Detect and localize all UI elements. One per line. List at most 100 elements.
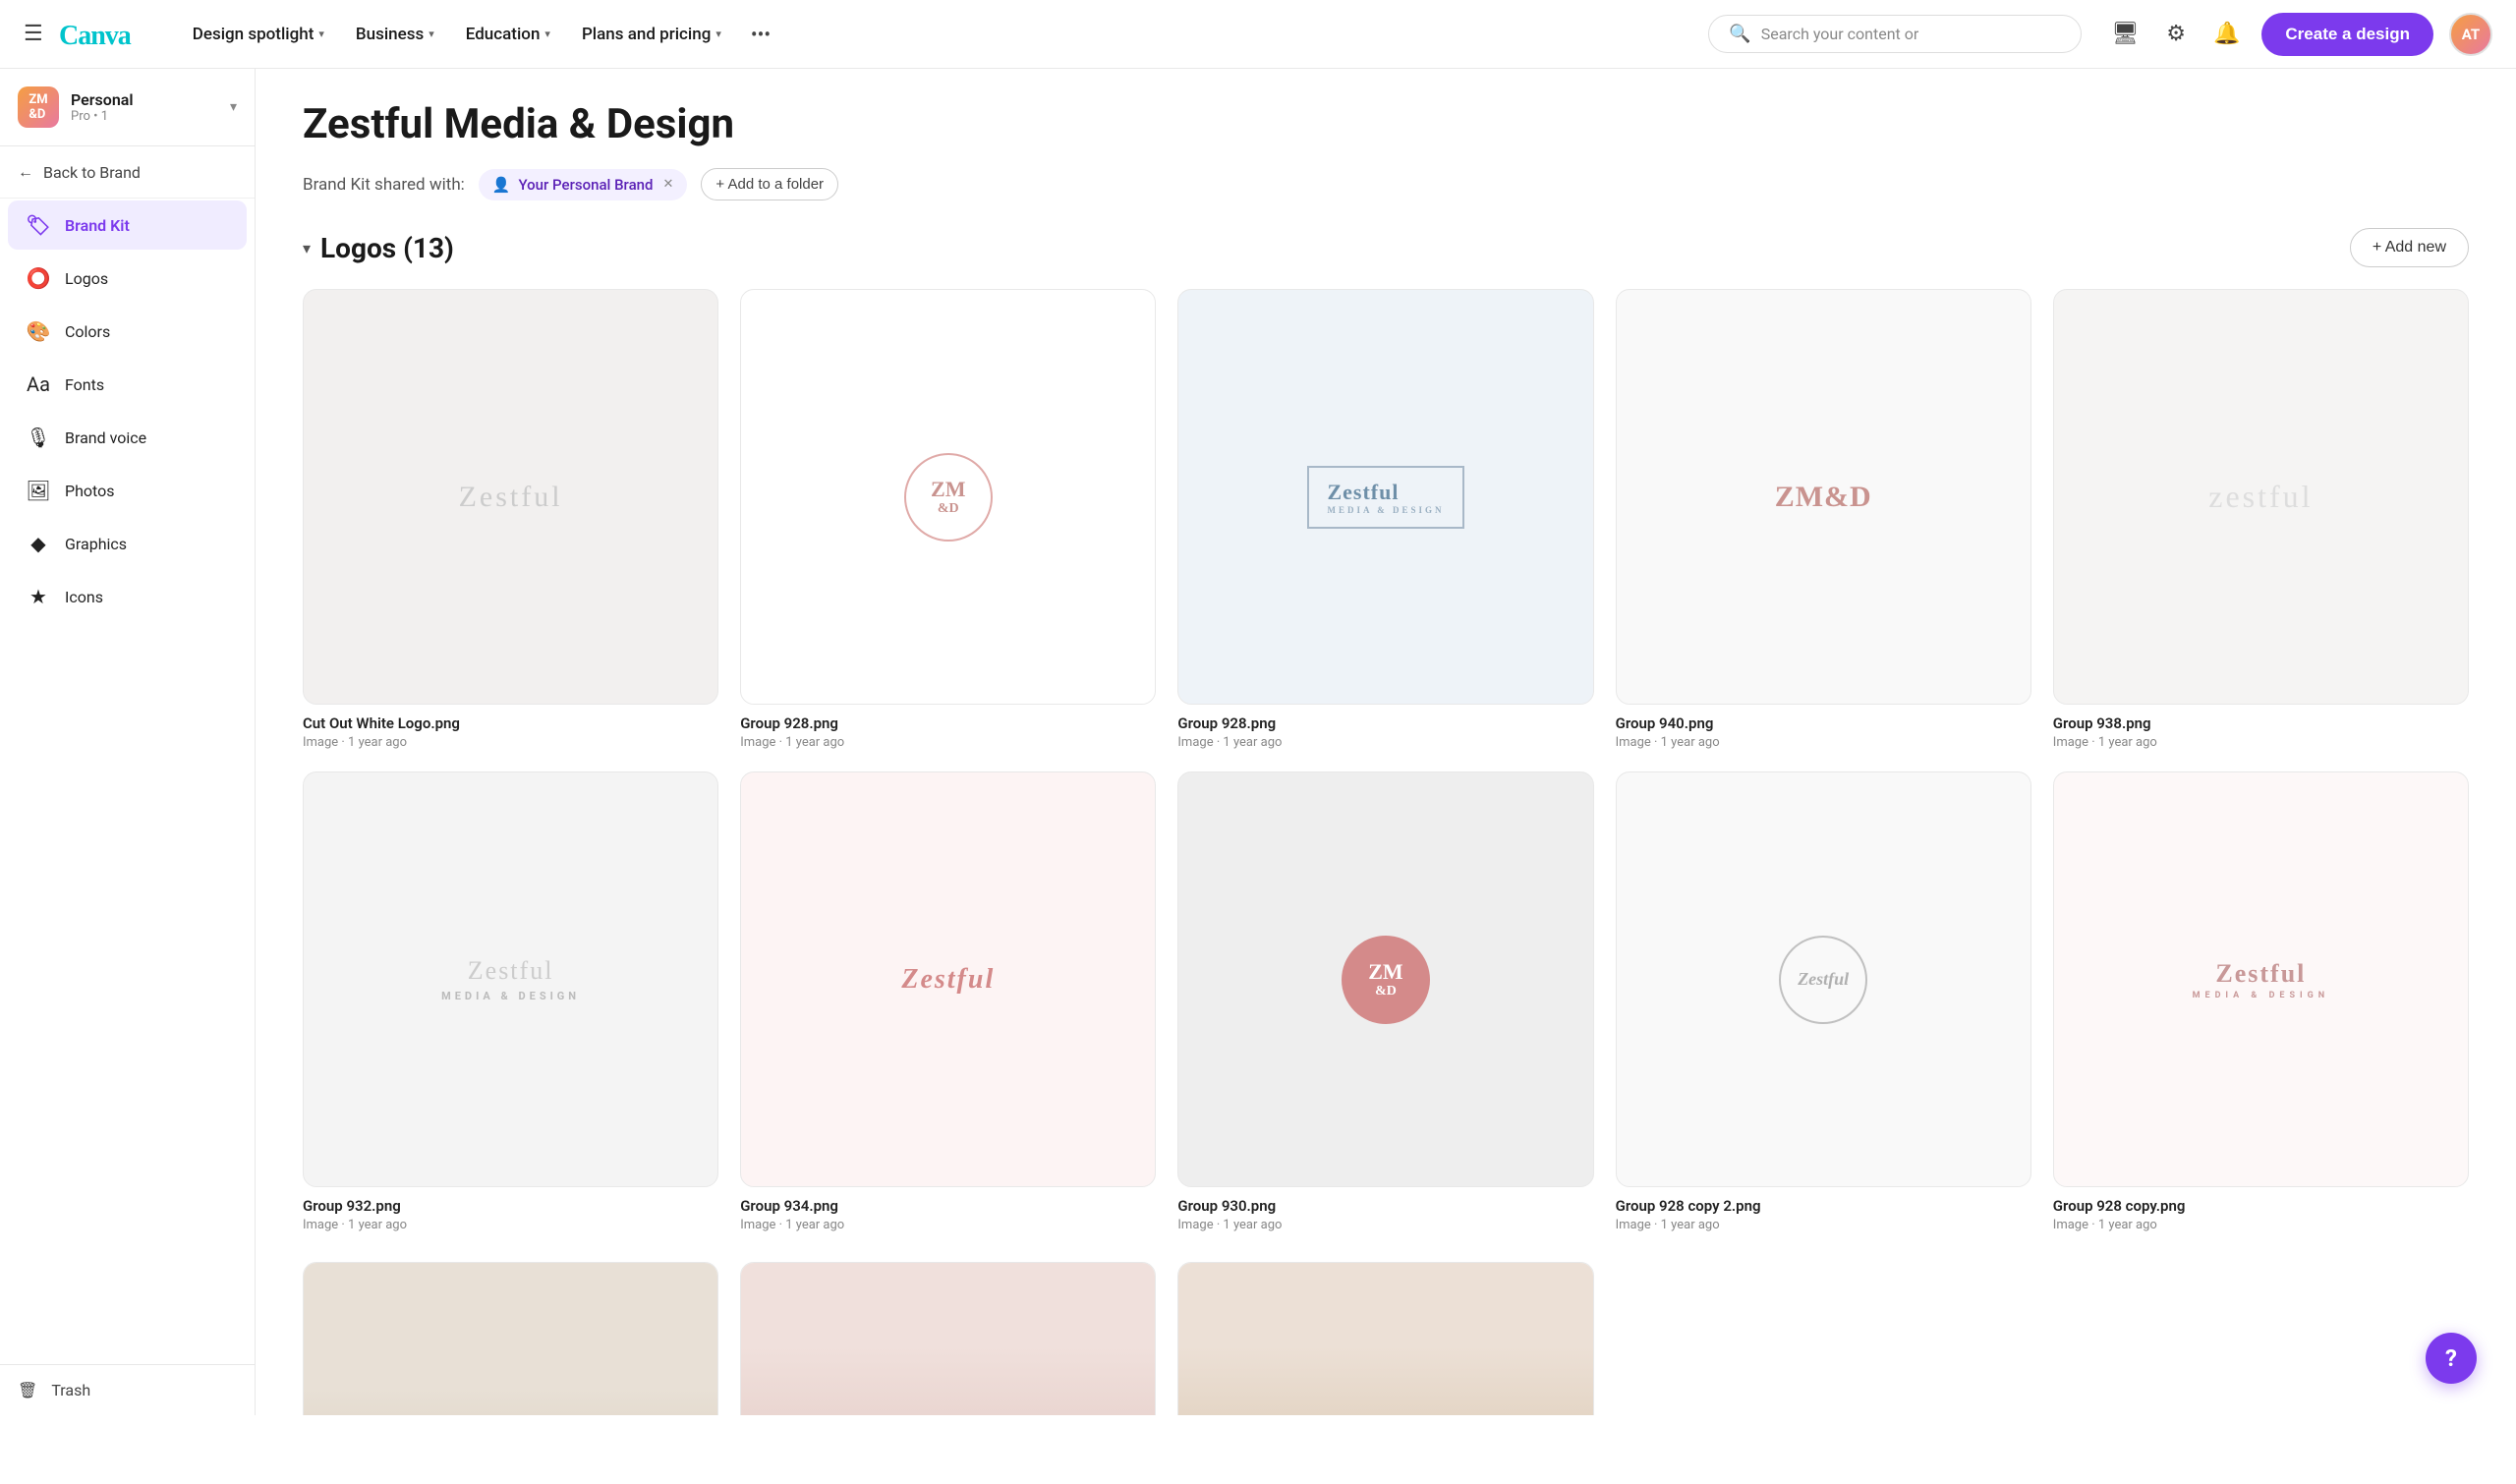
logo-card[interactable]: zestful Group 938.png Image · 1 year ago	[2053, 289, 2469, 750]
hamburger-menu[interactable]: ☰	[24, 22, 43, 46]
create-design-button[interactable]: Create a design	[2261, 13, 2433, 56]
logo-name: Cut Out White Logo.png	[303, 714, 718, 732]
logo-name: Group 932.png	[303, 1197, 718, 1215]
logo-meta: Image · 1 year ago	[303, 1218, 718, 1232]
nav-plans-pricing[interactable]: Plans and pricing ▾	[568, 17, 735, 52]
brand-name: Personal	[71, 90, 218, 109]
photos-row	[303, 1262, 2469, 1415]
logo-meta: Image · 1 year ago	[1616, 1218, 2031, 1232]
sidebar-item-colors[interactable]: 🎨 Colors	[8, 307, 247, 356]
logo-card[interactable]: Zestful Cut Out White Logo.png Image · 1…	[303, 289, 718, 750]
icons-icon: ★	[26, 585, 51, 608]
logo-thumbnail: ZM&D	[740, 289, 1156, 705]
add-to-folder-button[interactable]: + Add to a folder	[701, 168, 838, 200]
logo-card[interactable]: Zestful MEDIA & DESIGN Group 932.png Ima…	[303, 771, 718, 1232]
logo-card[interactable]: Zestful Group 934.png Image · 1 year ago	[740, 771, 1156, 1232]
photo-card[interactable]	[303, 1262, 718, 1415]
logos-section-title: Logos (13)	[320, 232, 454, 264]
chevron-down-icon: ▾	[318, 28, 324, 40]
section-chevron-icon: ▾	[303, 239, 311, 257]
notifications-icon[interactable]: 🔔	[2207, 16, 2246, 52]
photo-card[interactable]	[1177, 1262, 1593, 1415]
canva-logo[interactable]: Canva	[59, 17, 147, 52]
nav-more-button[interactable]: •••	[739, 15, 782, 54]
logo-card[interactable]: Zestful MEDIA & DESIGN Group 928 copy.pn…	[2053, 771, 2469, 1232]
chevron-down-icon: ▾	[544, 28, 550, 40]
brand-avatar: ZM&D	[18, 86, 59, 128]
nav-links: Design spotlight ▾ Business ▾ Education …	[179, 15, 782, 54]
logo-meta: Image · 1 year ago	[740, 735, 1156, 750]
logo-meta: Image · 1 year ago	[303, 735, 718, 750]
search-bar[interactable]: 🔍 Search your content or	[1708, 15, 2082, 53]
sidebar-item-brand-voice[interactable]: 🎙 Brand voice	[8, 413, 247, 462]
brand-tag: 👤 Your Personal Brand ✕	[479, 169, 688, 200]
logos-section-title-row[interactable]: ▾ Logos (13)	[303, 232, 454, 264]
app-layout: ZM&D Personal Pro • 1 ▾ ← Back to Brand …	[0, 69, 2516, 1415]
brand-kit-shared-label: Brand Kit shared with:	[303, 175, 465, 195]
logo-thumbnail: Zestful MEDIA & DESIGN	[303, 771, 718, 1187]
nav-education[interactable]: Education ▾	[452, 17, 564, 52]
settings-icon[interactable]: ⚙	[2160, 16, 2192, 52]
brand-voice-icon: 🎙	[26, 426, 51, 449]
sidebar-item-icons[interactable]: ★ Icons	[8, 572, 247, 621]
chevron-down-icon: ▾	[715, 28, 721, 40]
search-icon: 🔍	[1729, 24, 1750, 44]
logo-thumbnail: zestful	[2053, 289, 2469, 705]
logo-card[interactable]: ZestfulMEDIA & DESIGN Group 928.png Imag…	[1177, 289, 1593, 750]
logo-thumbnail: Zestful	[1616, 771, 2031, 1187]
logo-name: Group 928 copy 2.png	[1616, 1197, 2031, 1215]
sidebar-item-photos[interactable]: 🖼 Photos	[8, 466, 247, 515]
nav-design-spotlight[interactable]: Design spotlight ▾	[179, 17, 338, 52]
sidebar-brand-info: Personal Pro • 1	[71, 90, 218, 124]
back-arrow-icon: ←	[18, 162, 33, 182]
logos-icon: ⭕	[26, 266, 51, 290]
logo-name: Group 938.png	[2053, 714, 2469, 732]
page-title: Zestful Media & Design	[303, 100, 2469, 148]
brand-chevron-icon: ▾	[230, 99, 237, 115]
sidebar-brand[interactable]: ZM&D Personal Pro • 1 ▾	[0, 69, 255, 146]
logo-thumbnail: Zestful	[303, 289, 718, 705]
photos-icon: 🖼	[26, 479, 51, 502]
nav-actions: 🖥 ⚙ 🔔 Create a design AT	[2105, 13, 2492, 56]
display-icon[interactable]: 🖥	[2105, 16, 2144, 52]
sidebar-item-logos[interactable]: ⭕ Logos	[8, 254, 247, 303]
trash-button[interactable]: 🗑 Trash	[0, 1364, 255, 1415]
photo-thumbnail	[303, 1262, 718, 1415]
help-button[interactable]: ?	[2426, 1333, 2477, 1384]
logos-section-header: ▾ Logos (13) + Add new	[303, 228, 2469, 267]
logo-card[interactable]: ZM&D Group 940.png Image · 1 year ago	[1616, 289, 2031, 750]
logo-meta: Image · 1 year ago	[1177, 735, 1593, 750]
logo-meta: Image · 1 year ago	[2053, 1218, 2469, 1232]
logo-card[interactable]: ZM&D Group 930.png Image · 1 year ago	[1177, 771, 1593, 1232]
logo-meta: Image · 1 year ago	[740, 1218, 1156, 1232]
logo-name: Group 930.png	[1177, 1197, 1593, 1215]
fonts-icon: Aa	[26, 372, 51, 396]
brand-kit-bar: Brand Kit shared with: 👤 Your Personal B…	[303, 168, 2469, 200]
sidebar: ZM&D Personal Pro • 1 ▾ ← Back to Brand …	[0, 69, 256, 1415]
logo-thumbnail: Zestful MEDIA & DESIGN	[2053, 771, 2469, 1187]
trash-icon: 🗑	[18, 1381, 37, 1399]
logo-meta: Image · 1 year ago	[2053, 735, 2469, 750]
top-navigation: ☰ Canva Design spotlight ▾ Business ▾ Ed…	[0, 0, 2516, 69]
back-to-brand-button[interactable]: ← Back to Brand	[0, 146, 255, 199]
main-content: Zestful Media & Design Brand Kit shared …	[256, 69, 2516, 1415]
logo-name: Group 928 copy.png	[2053, 1197, 2469, 1215]
graphics-icon: ◆	[26, 532, 51, 555]
photo-card[interactable]	[740, 1262, 1156, 1415]
svg-text:Canva: Canva	[59, 21, 132, 51]
brand-kit-icon: 🏷	[26, 213, 51, 237]
brand-tag-close-button[interactable]: ✕	[662, 177, 673, 192]
add-new-logo-button[interactable]: + Add new	[2350, 228, 2469, 267]
sidebar-item-fonts[interactable]: Aa Fonts	[8, 360, 247, 409]
sidebar-item-brand-kit[interactable]: 🏷 Brand Kit	[8, 200, 247, 250]
logo-name: Group 940.png	[1616, 714, 2031, 732]
avatar[interactable]: AT	[2449, 13, 2492, 56]
logo-card[interactable]: ZM&D Group 928.png Image · 1 year ago	[740, 289, 1156, 750]
nav-business[interactable]: Business ▾	[342, 17, 448, 52]
brand-sub: Pro • 1	[71, 109, 218, 124]
logo-name: Group 928.png	[1177, 714, 1593, 732]
logo-meta: Image · 1 year ago	[1177, 1218, 1593, 1232]
logo-thumbnail: ZestfulMEDIA & DESIGN	[1177, 289, 1593, 705]
sidebar-item-graphics[interactable]: ◆ Graphics	[8, 519, 247, 568]
logo-card[interactable]: Zestful Group 928 copy 2.png Image · 1 y…	[1616, 771, 2031, 1232]
